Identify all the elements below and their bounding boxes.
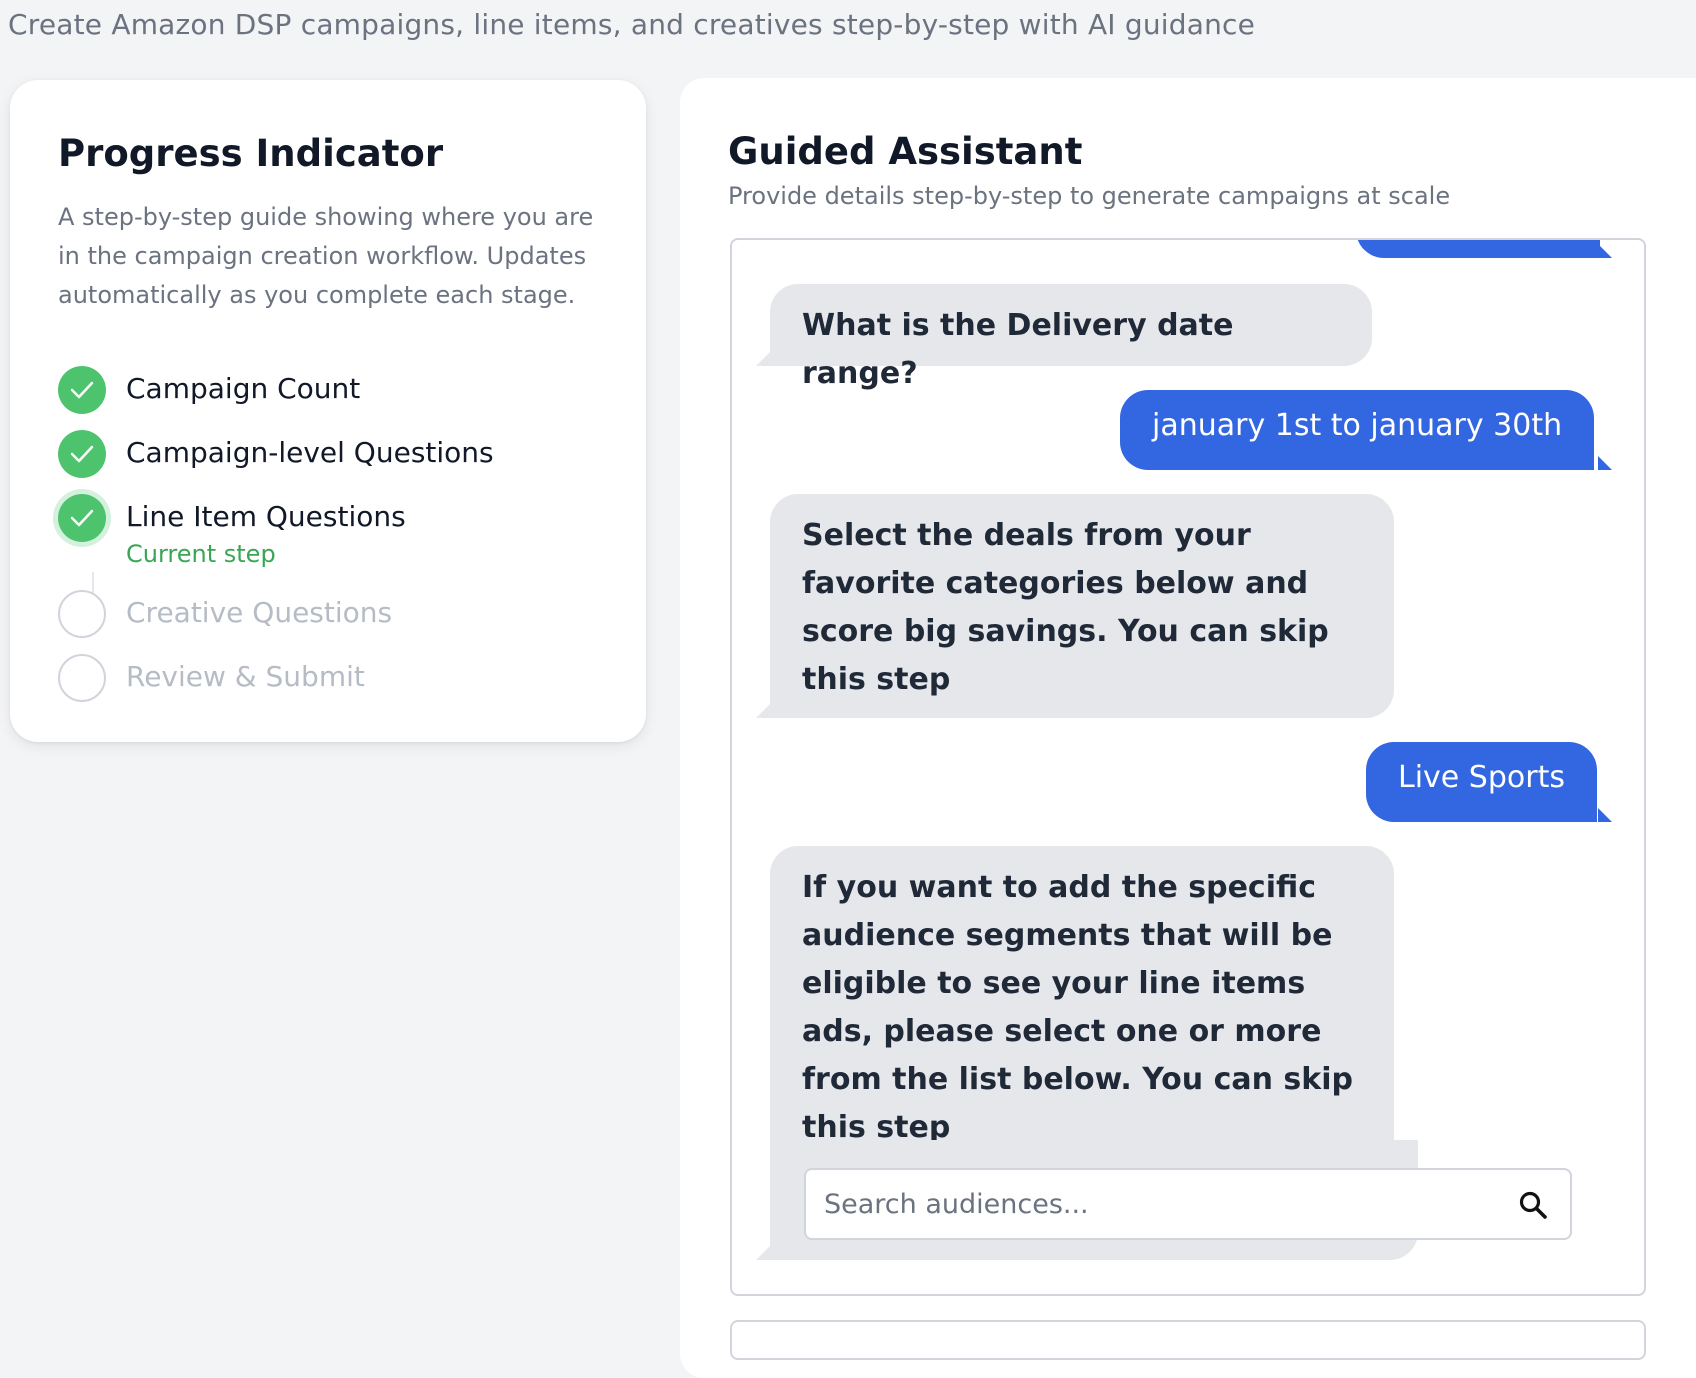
progress-indicator-card: Progress Indicator A step-by-step guide …: [10, 80, 646, 742]
step-review-submit: Review & Submit: [58, 654, 618, 702]
search-icon[interactable]: [1518, 1190, 1548, 1220]
bubble-tail: [756, 704, 770, 718]
check-icon: [58, 494, 106, 542]
bubble-tail: [1598, 456, 1612, 470]
user-message-bubble: january 1st to january 30th: [1120, 390, 1595, 470]
progress-title: Progress Indicator: [58, 132, 444, 175]
empty-circle-icon: [58, 590, 106, 638]
step-campaign-count: Campaign Count: [58, 366, 618, 414]
progress-description: A step-by-step guide showing where you a…: [58, 203, 594, 309]
bubble-tail: [756, 352, 770, 366]
message-composer[interactable]: [730, 1320, 1646, 1360]
bot-message-text: If you want to add the specific audience…: [802, 870, 1353, 1145]
step-label: Line Item Questions: [126, 500, 406, 533]
audience-search-box: [804, 1168, 1572, 1240]
bubble-tail: [1598, 244, 1612, 258]
check-icon: [58, 366, 106, 414]
assistant-subtitle: Provide details step-by-step to generate…: [728, 182, 1451, 210]
bot-message-bubble: What is the Delivery date range?: [770, 284, 1372, 391]
user-message-bubble: [1356, 240, 1600, 258]
step-label: Review & Submit: [126, 660, 365, 693]
guided-assistant-card: Guided Assistant Provide details step-by…: [680, 78, 1696, 1378]
step-creative-questions: Creative Questions: [58, 590, 618, 638]
bubble-tail: [756, 1246, 770, 1260]
step-label: Creative Questions: [126, 596, 393, 629]
assistant-title: Guided Assistant: [728, 130, 1083, 173]
step-campaign-level-questions: Campaign-level Questions: [58, 430, 618, 478]
page-subtitle: Create Amazon DSP campaigns, line items,…: [8, 8, 1256, 41]
chat-messages[interactable]: What is the Delivery date range? january…: [730, 238, 1646, 1296]
step-line-item-questions: Line Item Questions Current step: [58, 494, 618, 574]
audience-search-input[interactable]: [806, 1170, 1506, 1238]
user-message-bubble: Live Sports: [1366, 742, 1597, 822]
check-icon: [58, 430, 106, 478]
bot-message-bubble: Select the deals from your favorite cate…: [770, 494, 1394, 718]
empty-circle-icon: [58, 654, 106, 702]
current-step-label: Current step: [126, 540, 276, 568]
step-label: Campaign Count: [126, 372, 361, 405]
bubble-tail: [1598, 808, 1612, 822]
step-label: Campaign-level Questions: [126, 436, 494, 469]
